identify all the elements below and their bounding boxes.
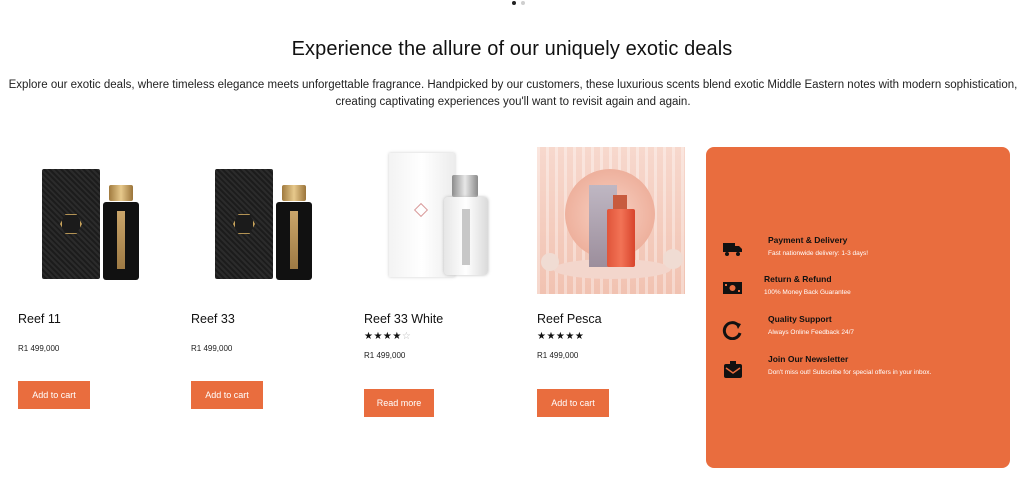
feature-description: 100% Money Back Guarantee <box>764 289 851 296</box>
product-image[interactable] <box>364 147 512 294</box>
feature-description: Don't miss out! Subscribe for special of… <box>768 369 932 376</box>
add-to-cart-button[interactable]: Add to cart <box>537 389 609 417</box>
product-name[interactable]: Reef 33 White <box>364 312 443 326</box>
feature-title: Quality Support <box>768 314 832 324</box>
carousel-dot-2[interactable] <box>521 1 525 5</box>
feature-item: Join Our Newsletter Don't miss out! Subs… <box>722 354 1002 388</box>
product-card: Reef 11 R1 499,000 Add to cart <box>18 147 166 409</box>
carousel-dot-1[interactable] <box>512 1 516 5</box>
product-card: Reef 33 R1 499,000 Add to cart <box>191 147 339 409</box>
product-card: Reef Pesca ★★★★★ R1 499,000 Add to cart <box>537 147 685 417</box>
section-description: Explore our exotic deals, where timeless… <box>8 79 1018 108</box>
feature-item: Return & Refund 100% Money Back Guarante… <box>722 274 1002 308</box>
product-price: R1 499,000 <box>191 344 233 353</box>
feature-item: Payment & Delivery Fast nationwide deliv… <box>722 235 1002 269</box>
product-price: R1 499,000 <box>537 351 579 360</box>
product-image[interactable] <box>537 147 685 294</box>
features-panel: Payment & Delivery Fast nationwide deliv… <box>706 147 1010 468</box>
product-name[interactable]: Reef 11 <box>18 312 61 326</box>
money-icon <box>722 280 744 298</box>
feature-title: Return & Refund <box>764 274 832 284</box>
product-price: R1 499,000 <box>364 351 406 360</box>
read-more-button[interactable]: Read more <box>364 389 434 417</box>
product-image[interactable] <box>18 147 166 294</box>
carousel-dots <box>512 1 525 5</box>
product-name[interactable]: Reef Pesca <box>537 312 602 326</box>
product-name[interactable]: Reef 33 <box>191 312 235 326</box>
feature-description: Always Online Feedback 24/7 <box>768 329 854 336</box>
add-to-cart-button[interactable]: Add to cart <box>18 381 90 409</box>
product-card: Reef 33 White ★★★★☆ R1 499,000 Read more <box>364 147 512 417</box>
refresh-icon <box>722 320 744 341</box>
feature-item: Quality Support Always Online Feedback 2… <box>722 314 1002 348</box>
section-title: Experience the allure of our uniquely ex… <box>291 38 733 60</box>
feature-title: Payment & Delivery <box>768 235 848 245</box>
product-price: R1 499,000 <box>18 344 60 353</box>
rating-stars: ★★★★☆ <box>364 331 412 342</box>
product-image[interactable] <box>191 147 339 294</box>
add-to-cart-button[interactable]: Add to cart <box>191 381 263 409</box>
rating-stars: ★★★★★ <box>537 331 585 342</box>
truck-icon <box>722 241 744 259</box>
feature-title: Join Our Newsletter <box>768 354 849 364</box>
feature-description: Fast nationwide delivery: 1-3 days! <box>768 250 869 257</box>
mail-icon <box>722 360 744 378</box>
